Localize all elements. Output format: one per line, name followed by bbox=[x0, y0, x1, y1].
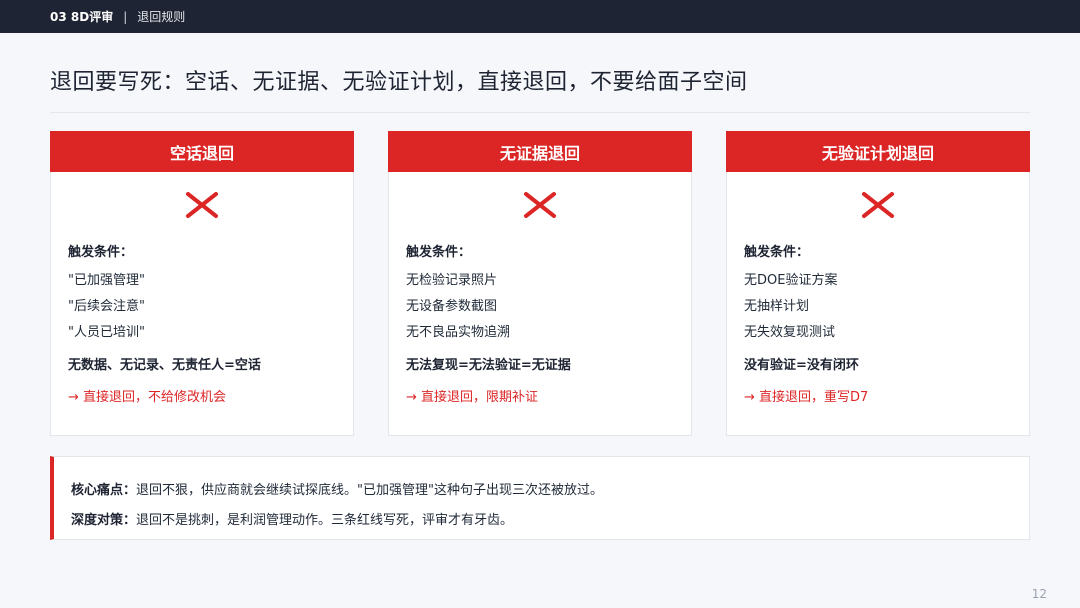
pain-point-line: 核心痛点：退回不狠，供应商就会继续试探底线。"已加强管理"这种句子出现三次还被放… bbox=[71, 479, 603, 498]
x-mark-icon bbox=[862, 192, 894, 218]
trigger-item: 无不良品实物追溯 bbox=[406, 325, 511, 340]
trigger-item: 无抽样计划 bbox=[744, 299, 810, 314]
card-summary: 没有验证=没有闭环 bbox=[744, 358, 859, 373]
card-title: 无验证计划退回 bbox=[726, 131, 1030, 172]
trigger-item: "已加强管理" bbox=[68, 273, 145, 288]
trigger-item: 无检验记录照片 bbox=[406, 273, 498, 288]
card-body: 触发条件： "已加强管理" "后续会注意" "人员已培训" 无数据、无记录、无责… bbox=[68, 241, 341, 410]
insight-box: 核心痛点：退回不狠，供应商就会继续试探底线。"已加强管理"这种句子出现三次还被放… bbox=[50, 456, 1030, 540]
card-body: 触发条件： 无检验记录照片 无设备参数截图 无不良品实物追溯 无法复现=无法验证… bbox=[406, 241, 679, 410]
strategy-line: 深度对策：退回不是挑刺，是利润管理动作。三条红线写死，评审才有牙齿。 bbox=[71, 509, 513, 528]
top-bar: 03 8D评审 | 退回规则 bbox=[0, 0, 1080, 33]
trigger-item: "后续会注意" bbox=[68, 299, 145, 314]
card-summary: 无法复现=无法验证=无证据 bbox=[406, 358, 571, 373]
card-title: 无证据退回 bbox=[388, 131, 692, 172]
section-title: 03 8D评审 bbox=[50, 10, 114, 24]
card-no-verification-plan: 无验证计划退回 触发条件： 无DOE验证方案 无抽样计划 无失效复现测试 没有验… bbox=[726, 131, 1030, 436]
x-mark-icon bbox=[524, 192, 556, 218]
trigger-item: "人员已培训" bbox=[68, 325, 145, 340]
trigger-label: 触发条件： bbox=[406, 245, 472, 260]
trigger-item: 无DOE验证方案 bbox=[744, 273, 838, 288]
strategy-text: 退回不是挑刺，是利润管理动作。三条红线写死，评审才有牙齿。 bbox=[136, 513, 514, 528]
card-action: → 直接退回，不给修改机会 bbox=[68, 390, 227, 405]
trigger-item: 无失效复现测试 bbox=[744, 325, 836, 340]
card-title: 空话退回 bbox=[50, 131, 354, 172]
breadcrumb: 退回规则 bbox=[137, 10, 186, 24]
trigger-item: 无设备参数截图 bbox=[406, 299, 498, 314]
card-action: → 直接退回，重写D7 bbox=[744, 390, 869, 405]
card-no-evidence: 无证据退回 触发条件： 无检验记录照片 无设备参数截图 无不良品实物追溯 无法复… bbox=[388, 131, 692, 436]
card-body: 触发条件： 无DOE验证方案 无抽样计划 无失效复现测试 没有验证=没有闭环 →… bbox=[744, 241, 1017, 410]
card-action: → 直接退回，限期补证 bbox=[406, 390, 539, 405]
trigger-label: 触发条件： bbox=[744, 245, 810, 260]
card-summary: 无数据、无记录、无责任人=空话 bbox=[68, 358, 261, 373]
x-mark-icon bbox=[186, 192, 218, 218]
breadcrumb-separator: | bbox=[123, 9, 128, 24]
title-divider bbox=[50, 112, 1030, 113]
strategy-label: 深度对策： bbox=[71, 513, 137, 528]
page-number: 12 bbox=[1031, 587, 1047, 601]
card-empty-talk: 空话退回 触发条件： "已加强管理" "后续会注意" "人员已培训" 无数据、无… bbox=[50, 131, 354, 436]
pain-point-text: 退回不狠，供应商就会继续试探底线。"已加强管理"这种句子出现三次还被放过。 bbox=[136, 483, 603, 498]
page-title: 退回要写死：空话、无证据、无验证计划，直接退回，不要给面子空间 bbox=[50, 70, 748, 95]
trigger-label: 触发条件： bbox=[68, 245, 134, 260]
pain-point-label: 核心痛点： bbox=[71, 483, 137, 498]
